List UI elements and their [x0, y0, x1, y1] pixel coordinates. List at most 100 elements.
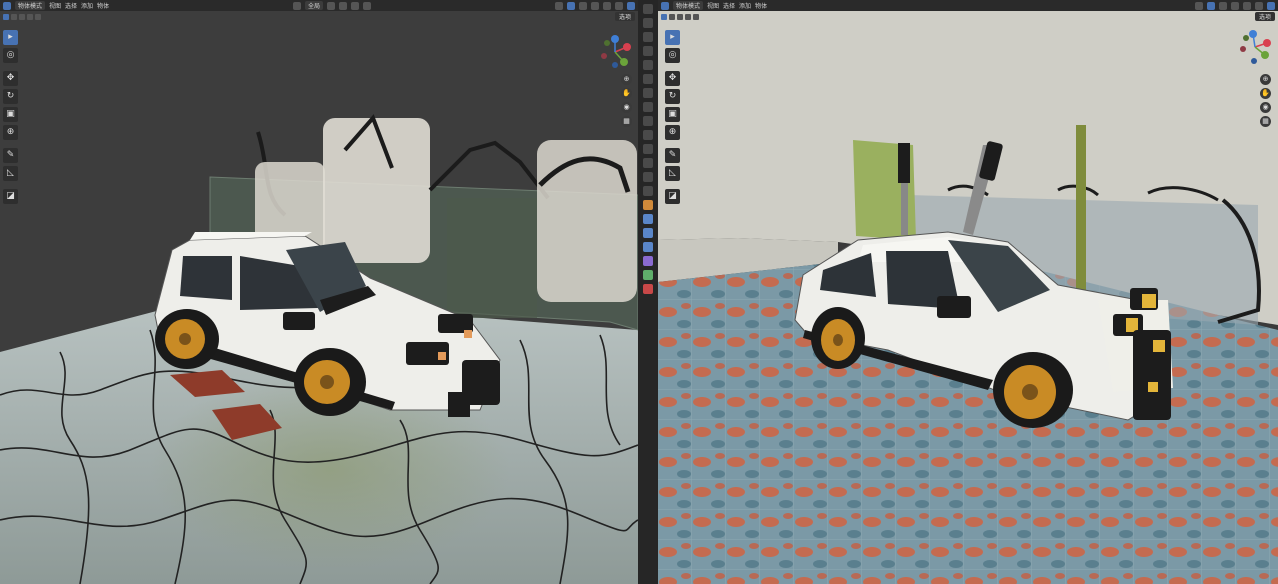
- camera-icon[interactable]: ◉: [621, 102, 632, 113]
- viewport-right[interactable]: 物体模式 视图 选择 添加 物体 选项 ▸ ◎ ✥ ↻ ▣ ⊕ ✎ ◺ ◪ ⊕ …: [658, 0, 1278, 584]
- add-cube-icon[interactable]: ◪: [3, 189, 18, 204]
- scale-icon[interactable]: ▣: [665, 107, 680, 122]
- navigation-gizmo-right[interactable]: [1238, 30, 1272, 64]
- zoom-icon[interactable]: ⊕: [1260, 74, 1271, 85]
- gizmo-x-axis[interactable]: [623, 43, 631, 51]
- view-layer-properties-icon[interactable]: [643, 46, 653, 56]
- gizmo-toggle-icon[interactable]: [567, 1, 575, 10]
- cursor-icon[interactable]: ◎: [665, 48, 680, 63]
- shading-rendered-icon[interactable]: [627, 1, 635, 10]
- modifier-properties-icon[interactable]: [643, 214, 653, 224]
- select-mode-invert-icon[interactable]: [27, 13, 33, 20]
- data-properties-icon[interactable]: [643, 270, 653, 280]
- collection-properties-icon[interactable]: [643, 88, 653, 98]
- select-mode-extend-icon[interactable]: [669, 13, 675, 20]
- menu-select[interactable]: 选择: [65, 1, 77, 10]
- add-cube-icon[interactable]: ◪: [665, 189, 680, 204]
- scale-icon[interactable]: ▣: [3, 107, 18, 122]
- output-properties-icon[interactable]: [643, 32, 653, 42]
- shading-material-icon[interactable]: [615, 1, 623, 10]
- mode-dropdown[interactable]: 物体模式: [673, 1, 704, 10]
- visibility-icon[interactable]: [1195, 1, 1203, 10]
- select-mode-intersect-icon[interactable]: [693, 13, 699, 20]
- visibility-icon[interactable]: [555, 1, 563, 10]
- gizmo-x-axis[interactable]: [1263, 39, 1271, 47]
- shading-solid-icon[interactable]: [603, 1, 611, 10]
- menu-add[interactable]: 添加: [739, 1, 751, 10]
- grid-icon[interactable]: ▦: [1260, 116, 1271, 127]
- navigation-gizmo-left[interactable]: [598, 35, 632, 69]
- overlay-icon[interactable]: [579, 1, 587, 10]
- grid-icon[interactable]: ▦: [621, 116, 632, 127]
- material-properties-icon[interactable]: [643, 284, 653, 294]
- rotate-icon[interactable]: ↻: [3, 89, 18, 104]
- menu-select[interactable]: 选择: [723, 1, 735, 10]
- render-preview-icon[interactable]: [643, 116, 653, 126]
- mode-dropdown[interactable]: 物体模式: [15, 1, 46, 10]
- editor-type-icon[interactable]: [661, 1, 669, 10]
- gizmo-z-axis[interactable]: [1249, 30, 1257, 38]
- overlay-icon[interactable]: [1219, 1, 1227, 10]
- select-mode-new-icon[interactable]: [3, 13, 9, 20]
- select-mode-invert-icon[interactable]: [685, 13, 691, 20]
- menu-view[interactable]: 视图: [49, 1, 61, 10]
- gizmo-y-axis[interactable]: [620, 58, 628, 66]
- zoom-icon[interactable]: ⊕: [621, 74, 632, 85]
- texture-properties-icon[interactable]: [643, 102, 653, 112]
- transform-orientation-dropdown[interactable]: 全局: [305, 1, 324, 10]
- select-mode-subtract-icon[interactable]: [19, 13, 25, 20]
- menu-view[interactable]: 视图: [707, 1, 719, 10]
- gizmo-toggle-icon[interactable]: [1207, 1, 1215, 10]
- select-mode-subtract-icon[interactable]: [677, 13, 683, 20]
- move-icon[interactable]: ✥: [665, 71, 680, 86]
- select-mode-extend-icon[interactable]: [11, 13, 17, 20]
- shading-solid-icon[interactable]: [1243, 1, 1251, 10]
- scene-properties-icon[interactable]: [643, 60, 653, 70]
- menu-object[interactable]: 物体: [97, 1, 109, 10]
- options-dropdown[interactable]: 选项: [614, 12, 635, 21]
- visual-properties-icon[interactable]: [643, 172, 653, 182]
- viewport-left-scene[interactable]: [0, 0, 638, 584]
- modifier-list-icon[interactable]: [643, 158, 653, 168]
- select-box-icon[interactable]: ▸: [3, 30, 18, 45]
- proportional-edit-icon[interactable]: [363, 1, 372, 10]
- image-properties-icon[interactable]: [643, 130, 653, 140]
- measure-icon[interactable]: ◺: [665, 166, 680, 181]
- tool-properties-icon[interactable]: [643, 4, 653, 14]
- snap-icon[interactable]: [339, 1, 348, 10]
- physics-properties-icon[interactable]: [643, 242, 653, 252]
- particles-properties-icon[interactable]: [643, 228, 653, 238]
- editor-type-icon[interactable]: [3, 1, 11, 10]
- object-properties-icon[interactable]: [643, 200, 653, 210]
- scene-settings-icon[interactable]: [643, 186, 653, 196]
- shading-material-icon[interactable]: [1255, 1, 1263, 10]
- cursor-icon[interactable]: ◎: [3, 48, 18, 63]
- transform-icon[interactable]: ⊕: [665, 125, 680, 140]
- gizmo-z-axis[interactable]: [611, 35, 619, 43]
- viewport-left[interactable]: 物体模式 视图 选择 添加 物体 全局 选项 ▸ ◎ ✥ ↻ ▣ ⊕ ✎ ◺ ◪…: [0, 0, 638, 584]
- measure-icon[interactable]: ◺: [3, 166, 18, 181]
- select-mode-new-icon[interactable]: [661, 13, 667, 20]
- select-mode-intersect-icon[interactable]: [35, 13, 41, 20]
- annotate-icon[interactable]: ✎: [3, 148, 18, 163]
- menu-object[interactable]: 物体: [755, 1, 767, 10]
- gizmo-y-axis[interactable]: [1261, 51, 1269, 59]
- move-icon[interactable]: ✥: [3, 71, 18, 86]
- brush-properties-icon[interactable]: [643, 144, 653, 154]
- menu-add[interactable]: 添加: [81, 1, 93, 10]
- options-dropdown[interactable]: 选项: [1254, 12, 1275, 21]
- pan-hand-icon[interactable]: ✋: [621, 88, 632, 99]
- transform-icon[interactable]: ⊕: [3, 125, 18, 140]
- constraints-properties-icon[interactable]: [643, 256, 653, 266]
- world-properties-icon[interactable]: [643, 74, 653, 84]
- annotate-icon[interactable]: ✎: [665, 148, 680, 163]
- pivot-icon[interactable]: [327, 1, 336, 10]
- xray-icon[interactable]: [1231, 1, 1239, 10]
- snap-target-icon[interactable]: [351, 1, 360, 10]
- shading-rendered-icon[interactable]: [1267, 1, 1275, 10]
- viewport-right-scene[interactable]: [658, 0, 1278, 584]
- select-box-icon[interactable]: ▸: [665, 30, 680, 45]
- pan-hand-icon[interactable]: ✋: [1260, 88, 1271, 99]
- xray-icon[interactable]: [591, 1, 599, 10]
- camera-icon[interactable]: ◉: [1260, 102, 1271, 113]
